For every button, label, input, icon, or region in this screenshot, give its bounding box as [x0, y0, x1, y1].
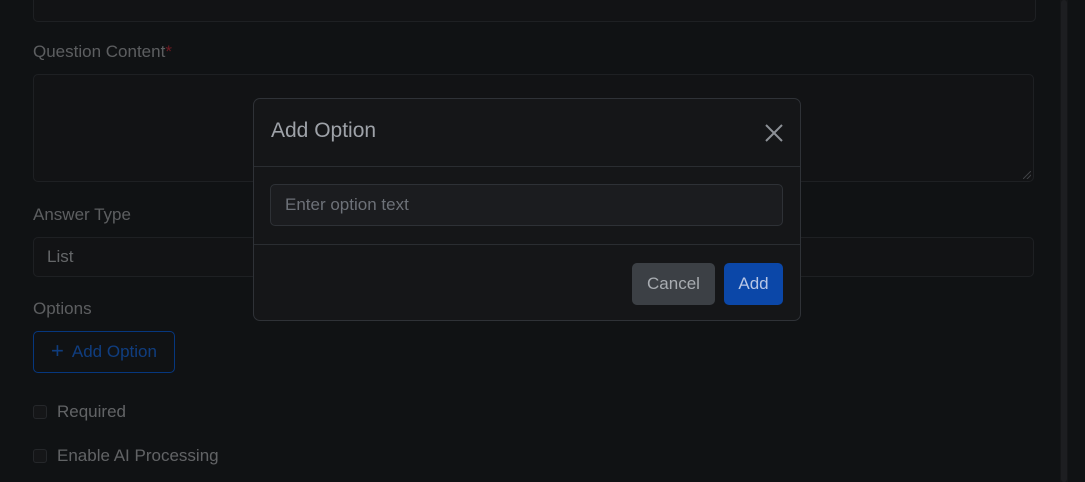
add-button[interactable]: Add [724, 263, 783, 305]
modal-header: Add Option [254, 99, 800, 167]
modal-footer: Cancel Add [254, 245, 800, 320]
modal-body [254, 167, 800, 245]
option-text-input[interactable] [270, 184, 783, 226]
add-option-modal: Add Option Cancel Add [253, 98, 801, 321]
modal-title: Add Option [271, 119, 377, 142]
close-icon[interactable] [762, 121, 786, 145]
cancel-button[interactable]: Cancel [632, 263, 715, 305]
page: Question Content* Answer Type List Optio… [0, 0, 1085, 482]
